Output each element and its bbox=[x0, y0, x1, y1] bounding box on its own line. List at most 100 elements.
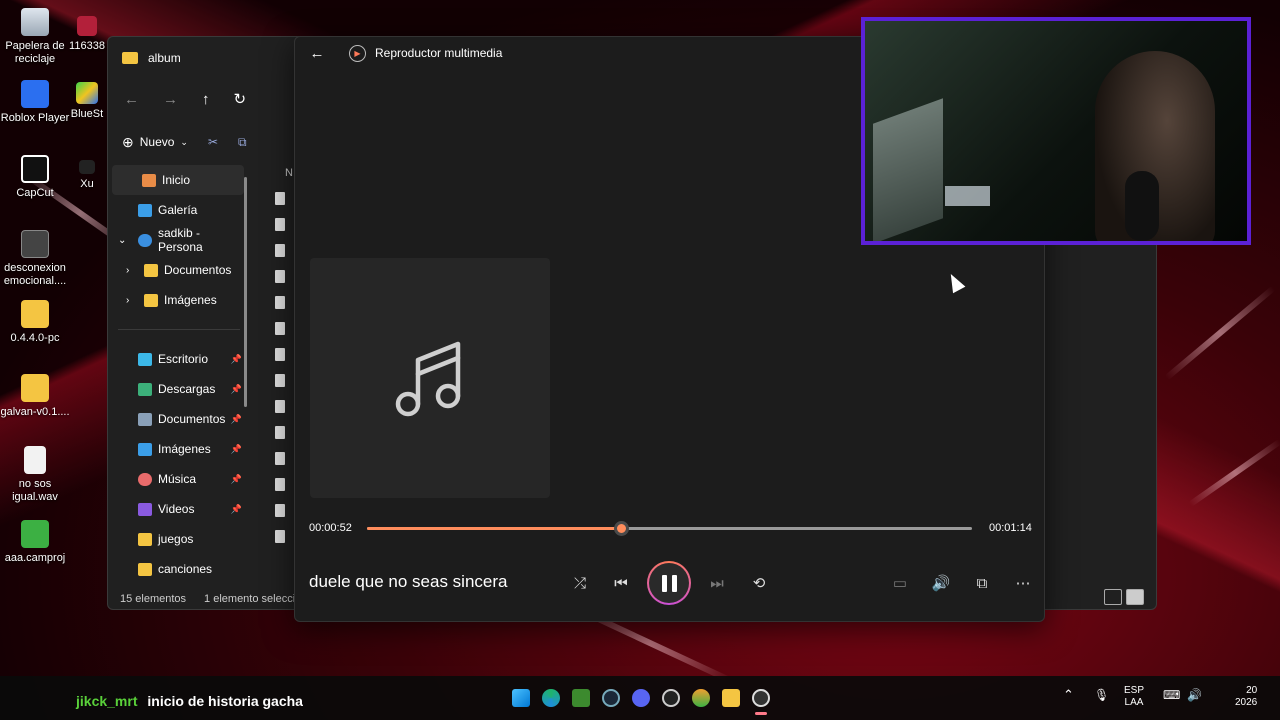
desktop-icon-folder-galvan[interactable]: galvan-v0.1.... bbox=[0, 374, 72, 419]
sidebar-item-imagenes[interactable]: Imágenes 📌 bbox=[108, 434, 248, 464]
network-icon[interactable]: ⌨ bbox=[1163, 689, 1180, 701]
file-icon[interactable] bbox=[275, 218, 285, 231]
wallpaper-streak bbox=[1188, 438, 1280, 508]
discord-icon[interactable] bbox=[632, 689, 650, 707]
home-icon bbox=[142, 173, 156, 187]
pin-icon: 📌 bbox=[230, 413, 242, 424]
file-icon[interactable] bbox=[275, 426, 285, 439]
folder-icon bbox=[138, 562, 152, 576]
chevron-down-icon: ⌄ bbox=[180, 136, 188, 147]
active-app-indicator bbox=[755, 712, 767, 715]
refresh-icon[interactable]: ↻ bbox=[234, 90, 247, 108]
media-player-logo-icon: ▶ bbox=[349, 44, 366, 62]
file-icon[interactable] bbox=[275, 244, 285, 257]
stream-chat-overlay: jikck_mrt inicio de historia gacha bbox=[76, 693, 303, 709]
more-options-icon[interactable]: ⋯ bbox=[1008, 573, 1038, 593]
forward-arrow-icon[interactable]: → bbox=[163, 91, 178, 108]
sidebar-item-musica[interactable]: Música 📌 bbox=[108, 464, 248, 494]
desktop-icon-wav[interactable]: no sos igual.wav bbox=[0, 446, 72, 504]
media-player-taskbar-icon[interactable] bbox=[752, 689, 770, 707]
file-icon[interactable] bbox=[275, 400, 285, 413]
wallpaper-streak bbox=[1164, 285, 1276, 381]
sidebar-item-documentos[interactable]: Documentos 📌 bbox=[108, 404, 248, 434]
up-arrow-icon[interactable]: ↑ bbox=[202, 91, 210, 108]
desktop-icon-bluestacks[interactable]: BlueSt bbox=[62, 82, 112, 121]
windows-start-icon[interactable] bbox=[512, 689, 530, 707]
capcut-icon bbox=[21, 155, 49, 183]
miniplayer-icon[interactable]: ⧉ bbox=[967, 573, 997, 593]
volume-tray-icon[interactable]: 🔊 bbox=[1187, 689, 1202, 701]
sidebar-scrollbar[interactable] bbox=[244, 177, 247, 407]
repeat-off-icon[interactable]: ⟲ bbox=[744, 573, 774, 593]
desktop-icon-116338[interactable]: 116338 bbox=[62, 16, 112, 53]
back-arrow-icon[interactable]: ← bbox=[124, 91, 139, 108]
sidebar-item-canciones[interactable]: canciones bbox=[108, 554, 248, 584]
sidebar-item-onedrive[interactable]: ⌄ sadkib - Persona bbox=[108, 225, 248, 255]
obs-icon[interactable] bbox=[662, 689, 680, 707]
music-icon bbox=[138, 472, 152, 486]
desktop-icon-desconexion[interactable]: desconexion emocional.... bbox=[0, 230, 72, 288]
file-icon[interactable] bbox=[275, 348, 285, 361]
chevron-right-icon: › bbox=[126, 264, 130, 276]
seek-bar[interactable] bbox=[367, 521, 972, 536]
webcam-overlay bbox=[861, 17, 1251, 245]
desktop-icon-folder-0440[interactable]: 0.4.4.0-pc bbox=[0, 300, 72, 345]
clock[interactable]: 20 2026 bbox=[1235, 685, 1257, 709]
file-icon[interactable] bbox=[275, 192, 285, 205]
current-time: 00:00:52 bbox=[309, 522, 352, 534]
chevron-down-icon: ⌄ bbox=[118, 234, 127, 246]
folder-icon bbox=[138, 532, 152, 546]
tray-chevron-up-icon[interactable]: ⌃ bbox=[1063, 688, 1074, 701]
video-icon bbox=[138, 502, 152, 516]
sidebar-item-escritorio[interactable]: Escritorio 📌 bbox=[108, 344, 248, 374]
sidebar-item-inicio[interactable]: Inicio bbox=[112, 165, 244, 195]
edge-icon[interactable] bbox=[542, 689, 560, 707]
cut-icon[interactable]: ✂ bbox=[208, 135, 218, 149]
file-icon[interactable] bbox=[275, 322, 285, 335]
sidebar-item-documentos-cloud[interactable]: › Documentos bbox=[108, 255, 248, 285]
gallery-icon bbox=[138, 203, 152, 217]
file-icon[interactable] bbox=[275, 452, 285, 465]
copy-icon[interactable]: ⧉ bbox=[238, 135, 247, 150]
file-icon[interactable] bbox=[275, 296, 285, 309]
microphone-icon[interactable]: 🎙 bbox=[1094, 689, 1109, 701]
details-view-icon[interactable] bbox=[1104, 589, 1122, 605]
pause-button[interactable] bbox=[647, 561, 691, 605]
file-icon[interactable] bbox=[275, 270, 285, 283]
desktop-icon-camproj[interactable]: aaa.camproj bbox=[0, 520, 72, 565]
captions-icon[interactable]: ▭ bbox=[885, 573, 915, 593]
roblox-icon bbox=[21, 80, 49, 108]
pin-icon: 📌 bbox=[230, 383, 242, 394]
app-icon bbox=[79, 160, 95, 174]
file-icon[interactable] bbox=[275, 374, 285, 387]
recycle-bin-icon bbox=[21, 8, 49, 36]
new-button[interactable]: ⊕ Nuevo ⌄ bbox=[122, 134, 188, 151]
seek-bar-progress bbox=[367, 527, 622, 530]
file-icon[interactable] bbox=[275, 530, 285, 543]
app-icon bbox=[77, 16, 97, 36]
file-icon[interactable] bbox=[275, 504, 285, 517]
minecraft-icon[interactable] bbox=[572, 689, 590, 707]
steam-icon[interactable] bbox=[602, 689, 620, 707]
file-icon[interactable] bbox=[275, 478, 285, 491]
tiles-view-icon[interactable] bbox=[1126, 589, 1144, 605]
shuffle-icon[interactable]: ⤮ bbox=[565, 573, 595, 593]
sidebar-item-imagenes-cloud[interactable]: › Imágenes bbox=[108, 285, 248, 315]
sidebar-item-descargas[interactable]: Descargas 📌 bbox=[108, 374, 248, 404]
bluestacks-icon bbox=[76, 82, 98, 104]
file-explorer-taskbar-icon[interactable] bbox=[722, 689, 740, 707]
volume-icon[interactable]: 🔊 bbox=[926, 573, 956, 593]
previous-icon[interactable]: ⏮ bbox=[606, 573, 636, 593]
desktop-icon-xu[interactable]: Xu bbox=[62, 160, 112, 191]
back-arrow-icon[interactable]: ← bbox=[295, 45, 339, 62]
sidebar-item-juegos[interactable]: juegos bbox=[108, 524, 248, 554]
music-note-icon bbox=[395, 341, 461, 417]
pause-icon bbox=[649, 563, 689, 603]
sidebar-item-videos[interactable]: Videos 📌 bbox=[108, 494, 248, 524]
app-icon[interactable] bbox=[692, 689, 710, 707]
seek-thumb[interactable] bbox=[614, 521, 630, 536]
language-indicator[interactable]: ESP LAA bbox=[1124, 685, 1144, 709]
sidebar-item-galeria[interactable]: Galería bbox=[108, 195, 248, 225]
next-icon[interactable]: ⏭ bbox=[702, 573, 732, 593]
folder-icon bbox=[21, 300, 49, 328]
